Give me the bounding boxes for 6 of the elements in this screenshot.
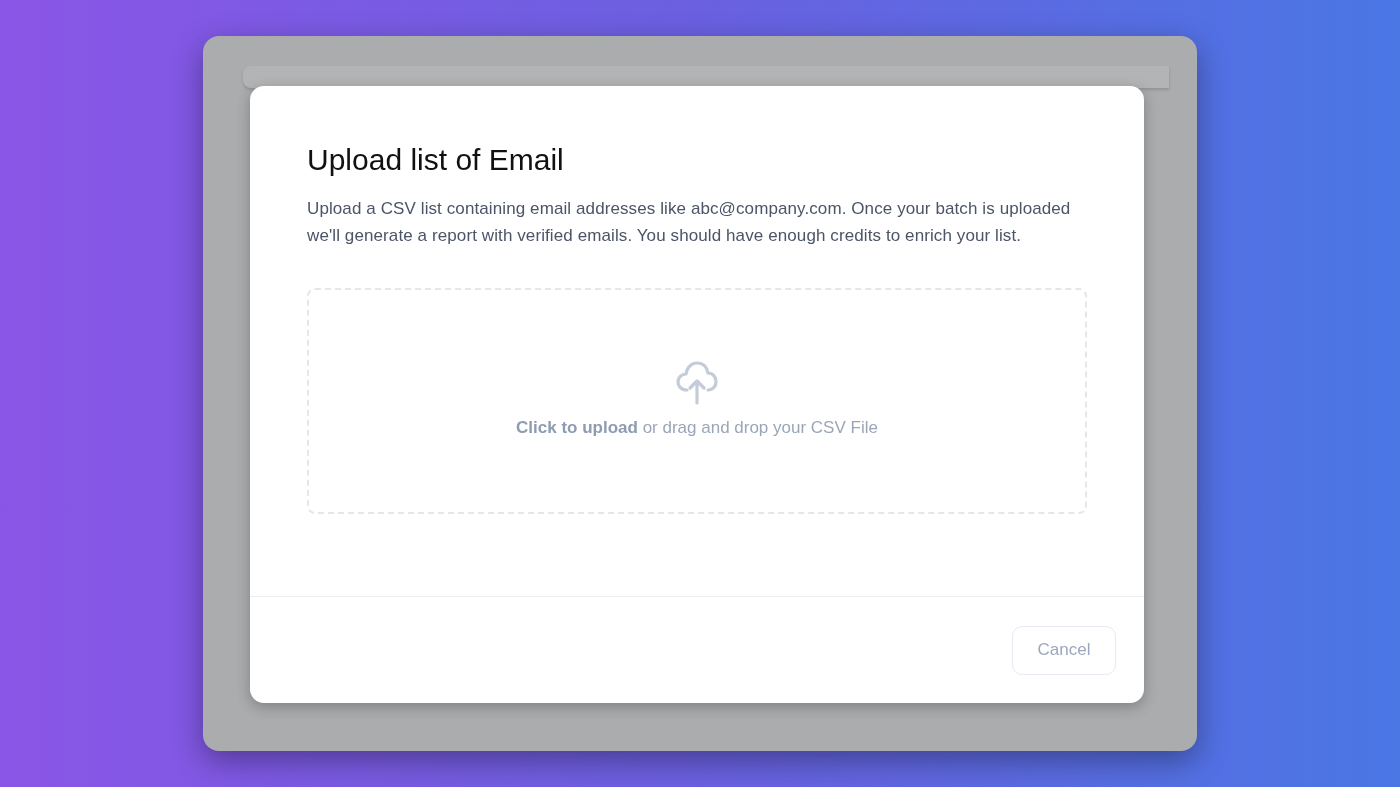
dialog-description: Upload a CSV list containing email addresses like abc@company.com. Once your batch is uploaded we'll generate a report with verified emails. You should have enough credits to enrich your list.	[307, 198, 1072, 247]
upload-instructions: Click to upload or drag and drop your CSV File	[516, 417, 878, 440]
cloud-upload-icon	[676, 361, 718, 406]
dialog-title: Upload list of Email	[307, 142, 565, 178]
cancel-button[interactable]: Cancel	[1012, 625, 1116, 675]
upload-dropzone[interactable]: Click to upload or drag and drop your CSV File	[307, 288, 1087, 514]
